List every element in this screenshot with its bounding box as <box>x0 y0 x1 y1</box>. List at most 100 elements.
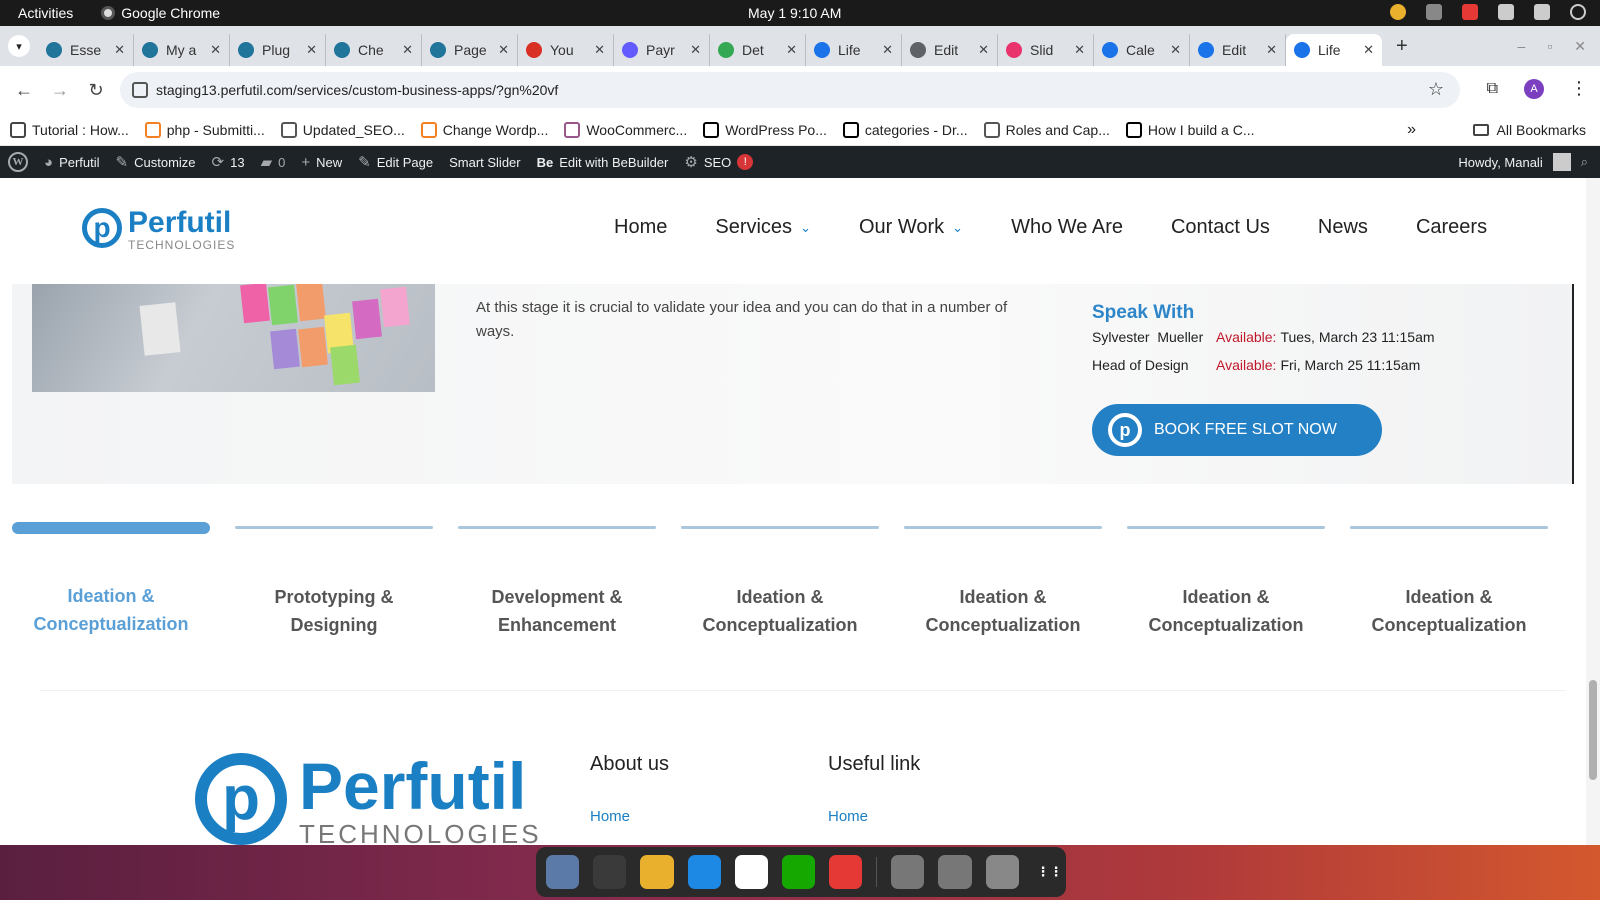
bookmark-star-icon[interactable]: ☆ <box>1428 79 1444 100</box>
site-logo[interactable]: p Perfutil TECHNOLOGIES <box>82 208 235 252</box>
nav-services[interactable]: Services ⌄ <box>715 216 811 239</box>
process-step-tab[interactable]: Ideation & Conceptualization <box>1350 526 1548 639</box>
wp-account-link[interactable]: Howdy, Manali <box>1458 155 1542 170</box>
nav-careers[interactable]: Careers <box>1416 216 1487 239</box>
browser-tab[interactable]: Che ✕ <box>326 34 422 66</box>
bookmark-item[interactable]: Tutorial : How... <box>10 121 129 138</box>
browser-tab[interactable]: Plug ✕ <box>230 34 326 66</box>
all-bookmarks-button[interactable]: All Bookmarks <box>1472 122 1586 138</box>
address-bar[interactable]: staging13.perfutil.com/services/custom-b… <box>120 72 1460 108</box>
browser-tab[interactable]: Life ✕ <box>806 34 902 66</box>
vscode-icon[interactable] <box>687 855 721 889</box>
close-tab-icon[interactable]: ✕ <box>402 42 413 58</box>
close-tab-icon[interactable]: ✕ <box>1170 42 1181 58</box>
close-tab-icon[interactable]: ✕ <box>786 42 797 58</box>
bookmark-item[interactable]: Change Wordp... <box>420 121 548 138</box>
search-icon[interactable]: ⌕ <box>1581 154 1588 170</box>
close-tab-icon[interactable]: ✕ <box>498 42 509 58</box>
browser-tab[interactable]: Edit ✕ <box>1190 34 1286 66</box>
footer-useful-home-link[interactable]: Home <box>828 808 868 825</box>
bookmarks-overflow-icon[interactable]: » <box>1407 121 1416 139</box>
wordpress-logo-icon[interactable]: W <box>8 152 28 172</box>
process-step-tab[interactable]: Ideation & Conceptualization <box>12 522 210 638</box>
close-tab-icon[interactable]: ✕ <box>978 42 989 58</box>
close-tab-icon[interactable]: ✕ <box>594 42 605 58</box>
site-info-icon[interactable] <box>132 82 148 98</box>
process-step-tab[interactable]: Prototyping & Designing <box>235 526 433 639</box>
wp-seo-link[interactable]: ⚙ SEO! <box>684 153 754 171</box>
slack-icon[interactable] <box>734 855 768 889</box>
browser-tab[interactable]: You ✕ <box>518 34 614 66</box>
extensions-icon[interactable]: ⧉ <box>1487 80 1498 98</box>
wp-site-link[interactable]: ◕ Perfutil <box>44 154 100 171</box>
bookmark-item[interactable]: WordPress Po... <box>703 121 827 138</box>
wp-smart-slider-link[interactable]: Smart Slider <box>449 155 521 170</box>
url-text[interactable]: staging13.perfutil.com/services/custom-b… <box>156 82 558 98</box>
browser-tab[interactable]: My a ✕ <box>134 34 230 66</box>
nav-who-we-are[interactable]: Who We Are <box>1011 216 1123 239</box>
chrome-menu-icon[interactable]: ⋮ <box>1570 78 1588 99</box>
forward-arrow-icon[interactable]: → <box>42 80 78 101</box>
clock[interactable]: May 1 9:10 AM <box>748 5 841 21</box>
close-tab-icon[interactable]: ✕ <box>1074 42 1085 58</box>
chrome-icon[interactable] <box>640 855 674 889</box>
close-tab-icon[interactable]: ✕ <box>690 42 701 58</box>
minimize-icon[interactable]: – <box>1518 38 1526 55</box>
close-window-icon[interactable]: ✕ <box>1574 38 1586 55</box>
book-free-slot-button[interactable]: p BOOK FREE SLOT NOW <box>1092 404 1382 456</box>
upwork-icon[interactable] <box>781 855 816 889</box>
disk-icon[interactable] <box>891 855 925 889</box>
browser-tab[interactable]: Slid ✕ <box>998 34 1094 66</box>
bookmark-item[interactable]: WooCommerc... <box>564 121 687 138</box>
profile-avatar[interactable]: A <box>1524 78 1544 99</box>
close-tab-icon[interactable]: ✕ <box>882 42 893 58</box>
chevron-down-icon[interactable]: ⌄ <box>952 220 963 236</box>
slack-tray-icon[interactable] <box>1426 4 1442 20</box>
system-tray[interactable] <box>1390 4 1586 20</box>
browser-tab[interactable]: Page ✕ <box>422 34 518 66</box>
process-step-tab[interactable]: Development & Enhancement <box>458 526 656 639</box>
bookmark-item[interactable]: How I build a C... <box>1125 121 1255 138</box>
process-step-tab[interactable]: Ideation & Conceptualization <box>904 526 1102 639</box>
wp-comments-link[interactable]: ▰ 0 <box>261 153 286 171</box>
files-icon[interactable] <box>546 855 580 889</box>
anydesk-tray-icon[interactable] <box>1462 4 1478 20</box>
wp-bebuilder-link[interactable]: Be Edit with BeBuilder <box>537 155 669 170</box>
wp-customize-link[interactable]: ✎ Customize <box>116 153 196 171</box>
app-menu[interactable]: Google Chrome <box>101 5 220 21</box>
close-tab-icon[interactable]: ✕ <box>1363 42 1374 58</box>
footer-logo[interactable]: p Perfutil TECHNOLOGIES <box>195 753 542 850</box>
tab-search-button[interactable]: ▾ <box>8 35 30 57</box>
browser-tab[interactable]: Cale ✕ <box>1094 34 1190 66</box>
maximize-icon[interactable]: ▫ <box>1547 38 1552 55</box>
browser-tab[interactable]: Det ✕ <box>710 34 806 66</box>
nav-news[interactable]: News <box>1318 216 1368 239</box>
reload-icon[interactable]: ↻ <box>78 80 114 101</box>
back-arrow-icon[interactable]: ← <box>6 80 42 101</box>
chrome-tray-icon[interactable] <box>1390 4 1406 20</box>
close-tab-icon[interactable]: ✕ <box>306 42 317 58</box>
terminal-icon[interactable] <box>593 855 627 889</box>
nav-our-work[interactable]: Our Work ⌄ <box>859 216 963 239</box>
browser-tab[interactable]: Payr ✕ <box>614 34 710 66</box>
network-icon[interactable] <box>1498 4 1514 20</box>
volume-icon[interactable] <box>1534 4 1550 20</box>
bookmark-item[interactable]: Updated_SEO... <box>280 121 405 138</box>
footer-about-home-link[interactable]: Home <box>590 808 630 825</box>
close-tab-icon[interactable]: ✕ <box>114 42 125 58</box>
trash-icon[interactable] <box>985 855 1019 889</box>
activities-button[interactable]: Activities <box>18 5 73 21</box>
nav-home[interactable]: Home <box>614 216 667 239</box>
close-tab-icon[interactable]: ✕ <box>1266 42 1277 58</box>
user-avatar[interactable] <box>1552 153 1571 171</box>
power-icon[interactable] <box>1570 4 1586 20</box>
chevron-down-icon[interactable]: ⌄ <box>800 220 811 236</box>
new-tab-button[interactable]: + <box>1396 35 1408 58</box>
disk-icon[interactable] <box>938 855 972 889</box>
wp-new-link[interactable]: + New <box>301 154 342 171</box>
close-tab-icon[interactable]: ✕ <box>210 42 221 58</box>
browser-tab[interactable]: Life ✕ <box>1286 34 1382 66</box>
process-step-tab[interactable]: Ideation & Conceptualization <box>681 526 879 639</box>
bookmark-item[interactable]: php - Submitti... <box>144 121 265 138</box>
browser-tab[interactable]: Edit ✕ <box>902 34 998 66</box>
